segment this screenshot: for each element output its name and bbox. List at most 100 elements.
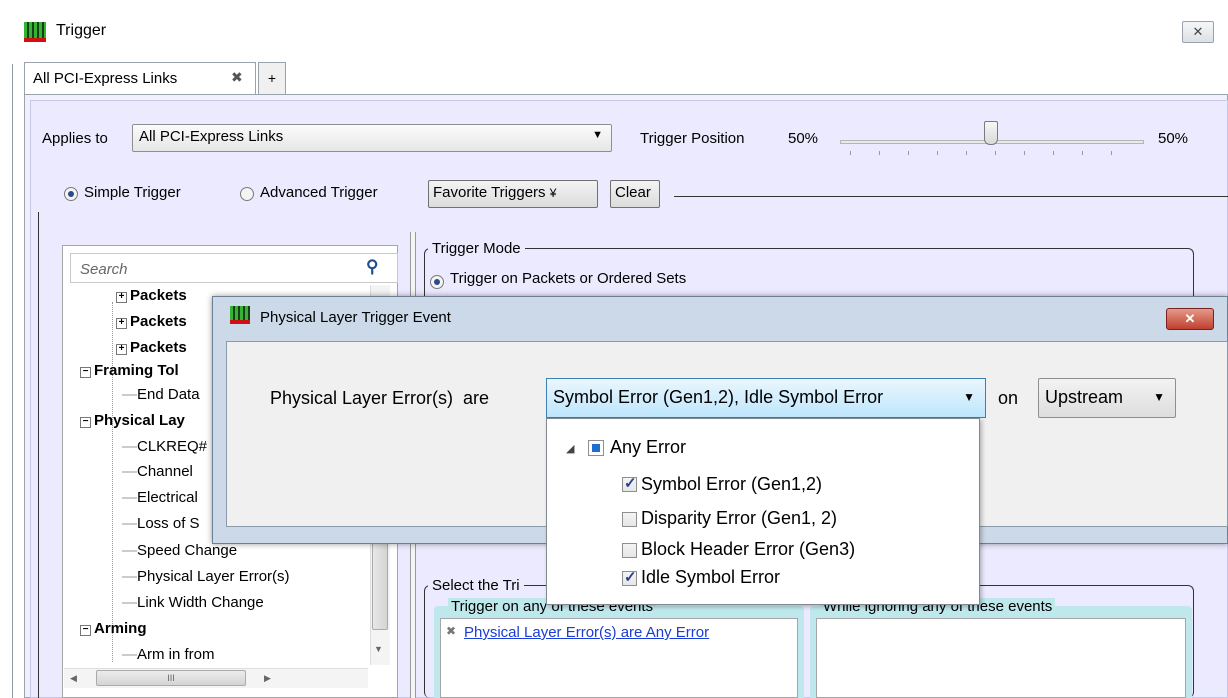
applies-to-label: Applies to xyxy=(42,130,108,147)
tree-item-label: End Data xyxy=(137,386,200,403)
add-tab-button[interactable]: + xyxy=(258,62,286,94)
tree-item-label: Speed Change xyxy=(137,542,238,559)
tab-close-icon[interactable]: ✖ xyxy=(231,69,243,86)
physical-layer-errors-label: Physical Layer Error(s) are xyxy=(270,388,490,408)
tree-item-arm-in-from[interactable]: —Arm in from xyxy=(122,646,215,663)
scroll-right-icon[interactable]: ▶ xyxy=(264,673,271,684)
dialog-close-button[interactable]: ✕ xyxy=(1166,308,1214,330)
idle-symbol-error-checkbox[interactable] xyxy=(622,568,637,586)
collapse-icon[interactable]: − xyxy=(80,417,91,428)
tree-item-physical-layer-errors[interactable]: —Physical Layer Error(s) xyxy=(122,568,290,585)
expand-icon[interactable]: + xyxy=(116,292,127,303)
search-icon[interactable]: ⚲ xyxy=(366,257,378,277)
partial-check-indicator xyxy=(592,444,600,452)
tree-connector: — xyxy=(122,542,137,559)
clear-button[interactable]: Clear xyxy=(610,180,660,208)
trigger-position-left-value: 50% xyxy=(788,130,819,147)
scroll-down-icon[interactable]: ▼ xyxy=(374,644,383,654)
favorite-triggers-button[interactable]: Favorite Triggers ¥ xyxy=(428,180,598,208)
collapse-icon[interactable]: − xyxy=(80,367,91,378)
tree-item-label: Channel xyxy=(137,463,193,480)
disparity-error-checkbox[interactable] xyxy=(622,512,637,527)
symbol-error-checkbox[interactable] xyxy=(622,474,637,492)
tree-item-channel[interactable]: —Channel xyxy=(122,463,193,480)
select-trigger-legend: Select the Tri xyxy=(428,577,524,594)
favorite-triggers-label: Favorite Triggers xyxy=(433,184,546,201)
expand-icon[interactable]: + xyxy=(116,318,127,329)
tree-item-speed-change[interactable]: —Speed Change xyxy=(122,542,237,559)
error-type-value: Symbol Error (Gen1,2), Idle Symbol Error xyxy=(553,387,884,407)
dialog-title: Physical Layer Trigger Event xyxy=(260,309,451,326)
tree-item-link-width-change[interactable]: —Link Width Change xyxy=(122,594,264,611)
trigger-position-slider-thumb[interactable] xyxy=(984,121,998,145)
chevron-down-icon: ▼ xyxy=(963,390,975,404)
direction-select[interactable]: Upstream ▼ xyxy=(1038,378,1176,418)
tree-item-packets[interactable]: + Packets xyxy=(116,287,187,304)
tree-connector: — xyxy=(122,463,137,480)
trigger-on-packets-radio[interactable] xyxy=(430,275,444,289)
tree-item-label: CLKREQ# xyxy=(137,438,208,455)
collapse-triangle-icon[interactable]: ◢ xyxy=(566,442,574,455)
tree-connector: — xyxy=(122,489,137,506)
tree-item-clkreq[interactable]: —CLKREQ# xyxy=(122,438,207,455)
tree-item-packets[interactable]: + Packets xyxy=(116,339,187,356)
tree-item-physical-layer[interactable]: − Physical Lay xyxy=(80,412,185,429)
tree-item-label: Physical Layer Error(s) xyxy=(137,568,290,585)
scroll-left-icon[interactable]: ◀ xyxy=(70,673,77,684)
window-close-button[interactable]: ✕ xyxy=(1182,21,1214,43)
tree-connector: — xyxy=(122,386,137,403)
remove-event-icon[interactable]: ✖ xyxy=(446,624,456,638)
double-chevron-down-icon: ¥ xyxy=(549,186,557,200)
search-placeholder: Search xyxy=(80,261,128,278)
disparity-error-label: Disparity Error (Gen1, 2) xyxy=(641,508,838,528)
tree-item-label: Link Width Change xyxy=(137,594,264,611)
trigger-position-right-value: 50% xyxy=(1158,130,1189,147)
tree-item-label: Electrical xyxy=(137,489,198,506)
error-type-select[interactable]: Symbol Error (Gen1,2), Idle Symbol Error… xyxy=(546,378,986,418)
direction-value: Upstream xyxy=(1045,387,1124,407)
applies-to-value: All PCI-Express Links xyxy=(139,128,284,145)
trigger-mode-legend: Trigger Mode xyxy=(428,240,525,257)
chevron-down-icon: ▼ xyxy=(592,129,603,141)
collapse-icon[interactable]: − xyxy=(80,625,91,636)
tree-item-electrical[interactable]: —Electrical xyxy=(122,489,198,506)
advanced-trigger-label: Advanced Trigger xyxy=(260,184,378,201)
trigger-event-link[interactable]: Physical Layer Error(s) are Any Error xyxy=(464,624,709,641)
block-header-error-checkbox[interactable] xyxy=(622,543,637,558)
simple-trigger-label: Simple Trigger xyxy=(84,184,181,201)
tree-item-arming[interactable]: − Arming xyxy=(80,620,147,637)
tree-item-label: Packets xyxy=(130,313,187,330)
block-header-error-label: Block Header Error (Gen3) xyxy=(641,539,856,559)
on-label: on xyxy=(998,388,1019,408)
ignoring-list[interactable] xyxy=(816,618,1186,698)
dialog-app-icon xyxy=(230,306,250,324)
tab-all-pci-express-links[interactable]: All PCI-Express Links ✖ xyxy=(24,62,256,94)
tree-item-framing-tokens[interactable]: − Framing Tol xyxy=(80,362,179,379)
chevron-down-icon: ▼ xyxy=(1153,390,1165,404)
simple-trigger-radio[interactable] xyxy=(64,187,78,201)
trigger-position-label: Trigger Position xyxy=(640,130,745,147)
advanced-trigger-radio[interactable] xyxy=(240,187,254,201)
tree-connector: — xyxy=(122,438,137,455)
tree-item-packets[interactable]: + Packets xyxy=(116,313,187,330)
expand-icon[interactable]: + xyxy=(116,344,127,355)
slider-ticks xyxy=(850,151,1140,155)
tree-item-label: Arming xyxy=(94,620,147,637)
tree-connector: — xyxy=(122,515,137,532)
tree-item-label: Loss of S xyxy=(137,515,200,532)
trigger-on-packets-label: Trigger on Packets or Ordered Sets xyxy=(450,270,687,287)
tree-connector: — xyxy=(122,646,137,663)
tree-item-label: Physical Lay xyxy=(94,412,185,429)
tree-item-loss-of-sync[interactable]: —Loss of S xyxy=(122,515,200,532)
symbol-error-label: Symbol Error (Gen1,2) xyxy=(641,474,823,494)
any-error-checkbox[interactable] xyxy=(588,440,604,456)
group-top-line xyxy=(674,196,1228,197)
applies-to-select[interactable]: All PCI-Express Links ▼ xyxy=(132,124,612,152)
tree-item-label: Arm in from xyxy=(137,646,215,663)
tree-item-end-data[interactable]: —End Data xyxy=(122,386,200,403)
tree-horizontal-scroll-thumb[interactable]: III xyxy=(96,670,246,686)
tree-connector: — xyxy=(122,568,137,585)
idle-symbol-error-label: Idle Symbol Error xyxy=(641,567,781,587)
tab-label: All PCI-Express Links xyxy=(33,70,178,87)
window-title: Trigger xyxy=(56,22,107,39)
